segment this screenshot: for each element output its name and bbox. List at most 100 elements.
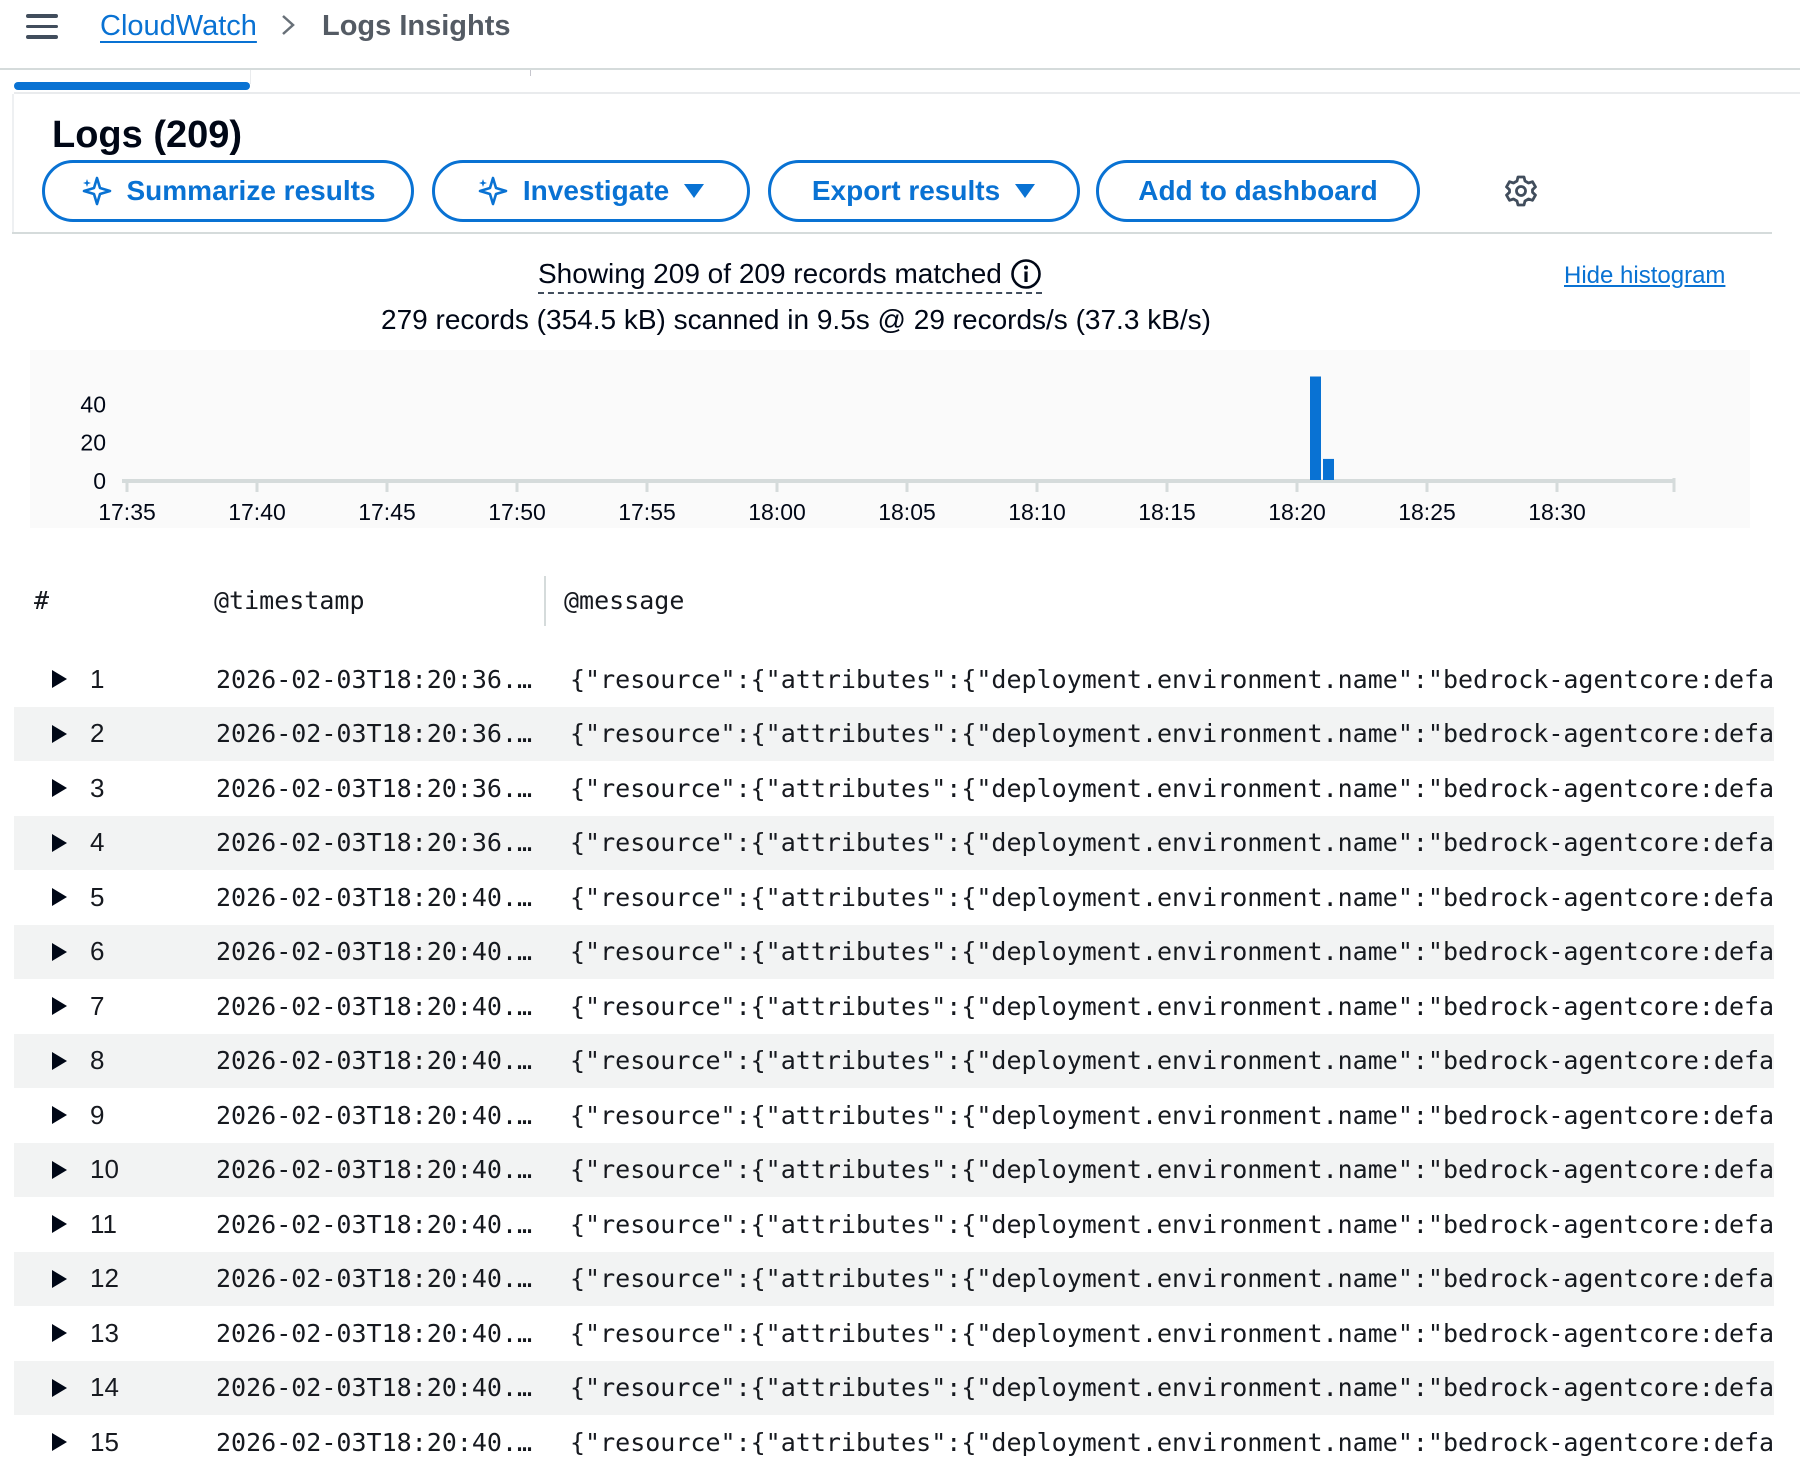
table-row[interactable]: 1 2026-02-03T18:20:36.0… {"resource":{"att… [14,652,1774,707]
expand-caret-icon[interactable] [50,887,68,907]
expand-caret-icon[interactable] [50,1432,68,1452]
table-row[interactable]: 15 2026-02-03T18:20:40.1… {"resource":{"at… [14,1415,1774,1470]
expand-caret-icon[interactable] [50,724,68,744]
row-number: 1 [90,663,105,694]
x-tick-label: 17:35 [98,499,156,525]
expand-caret-icon[interactable] [50,1105,68,1125]
gear-icon[interactable] [1504,174,1538,208]
row-timestamp: 2026-02-03T18:20:36.1… [216,719,546,749]
column-header-timestamp[interactable]: @timestamp [214,586,365,615]
chevron-right-icon [282,15,295,35]
row-timestamp: 2026-02-03T18:20:40.1… [216,882,546,912]
export-results-label: Export results [811,175,1001,206]
table-row[interactable]: 11 2026-02-03T18:20:40.1… {"resource":{"at… [14,1197,1774,1252]
x-tick-label: 17:55 [618,499,676,525]
tab-active-indicator[interactable] [14,82,250,90]
y-tick-label: 0 [93,468,106,494]
expand-caret-icon[interactable] [50,1160,68,1180]
summarize-results-button[interactable]: Summarize results [42,160,414,222]
table-row[interactable]: 12 2026-02-03T18:20:40.1… {"resource":{"at… [14,1251,1774,1306]
table-row[interactable]: 2 2026-02-03T18:20:36.1… {"resource":{"att… [14,706,1774,761]
table-row[interactable]: 3 2026-02-03T18:20:36.1… {"resource":{"att… [14,761,1774,816]
row-message: {"resource":{"attributes":{"deployment.e… [570,719,1774,749]
x-tick-label: 17:50 [488,499,546,525]
row-timestamp: 2026-02-03T18:20:40.1… [216,1373,546,1403]
breadcrumb-cloudwatch-link[interactable]: CloudWatch [100,10,257,43]
investigate-button[interactable]: Investigate [432,160,750,222]
column-header-number[interactable]: # [34,586,49,615]
row-timestamp: 2026-02-03T18:20:40.1… [216,991,546,1021]
investigate-label: Investigate [522,175,670,206]
x-tick-label: 18:05 [878,499,936,525]
x-tick-label: 18:00 [748,499,806,525]
hide-histogram-link[interactable]: Hide histogram [1564,262,1725,290]
add-to-dashboard-button[interactable]: Add to dashboard [1096,160,1420,222]
row-timestamp: 2026-02-03T18:20:40.1… [216,1046,546,1076]
records-matched-text: Showing 209 of 209 records matched [538,258,1002,289]
caret-down-icon [1015,184,1036,198]
row-number: 4 [90,827,105,858]
row-timestamp: 2026-02-03T18:20:40.1… [216,1318,546,1348]
tab-divider [250,70,251,84]
sparkle-icon [82,176,111,206]
row-message: {"resource":{"attributes":{"deployment.e… [570,937,1774,967]
y-tick-label: 20 [80,430,106,456]
column-header-message[interactable]: @message [564,586,684,615]
y-tick-label: 40 [80,391,106,417]
x-tick-label: 18:20 [1268,499,1326,525]
row-message: {"resource":{"attributes":{"deployment.e… [570,664,1774,694]
expand-caret-icon[interactable] [50,1051,68,1071]
x-tick-label: 17:45 [358,499,416,525]
table-row[interactable]: 7 2026-02-03T18:20:40.1… {"resource":{"att… [14,979,1774,1034]
row-timestamp: 2026-02-03T18:20:40.1… [216,1100,546,1130]
histogram: 0 20 40 17:35 17:40 17:45 17:50 17:55 18:00 18:05… [30,350,1750,528]
row-timestamp: 2026-02-03T18:20:40.1… [216,1427,546,1457]
row-timestamp: 2026-02-03T18:20:40.1… [216,1264,546,1294]
tab-divider [530,70,531,76]
row-number: 8 [90,1045,105,1076]
info-icon [1011,259,1041,289]
expand-caret-icon[interactable] [50,996,68,1016]
row-message: {"resource":{"attributes":{"deployment.e… [570,1100,1774,1130]
export-results-button[interactable]: Export results [768,160,1080,222]
records-scanned-summary: 279 records (354.5 kB) scanned in 9.5s @… [381,304,1211,335]
row-message: {"resource":{"attributes":{"deployment.e… [570,882,1774,912]
row-timestamp: 2026-02-03T18:20:36.0… [216,664,546,694]
row-number: 13 [90,1317,119,1348]
expand-caret-icon[interactable] [50,1378,68,1398]
histogram-bar[interactable] [1323,458,1334,480]
tab-strip [14,70,1800,94]
table-row[interactable]: 5 2026-02-03T18:20:40.1… {"resource":{"att… [14,870,1774,925]
expand-caret-icon[interactable] [50,669,68,689]
column-resize-handle[interactable] [544,576,546,626]
table-row[interactable]: 6 2026-02-03T18:20:40.1… {"resource":{"att… [14,924,1774,979]
histogram-bar[interactable] [1310,376,1321,481]
expand-caret-icon[interactable] [50,1323,68,1343]
row-timestamp: 2026-02-03T18:20:40.1… [216,937,546,967]
expand-caret-icon[interactable] [50,778,68,798]
table-row[interactable]: 13 2026-02-03T18:20:40.1… {"resource":{"at… [14,1306,1774,1361]
records-matched-summary[interactable]: Showing 209 of 209 records matched [538,258,1042,294]
row-number: 12 [90,1263,119,1294]
row-message: {"resource":{"attributes":{"deployment.e… [570,1427,1774,1457]
expand-caret-icon[interactable] [50,1269,68,1289]
row-number: 9 [90,1099,105,1130]
x-tick-label: 18:15 [1138,499,1196,525]
page-title: Logs (209) [52,114,243,156]
row-number: 14 [90,1372,119,1403]
table-row[interactable]: 4 2026-02-03T18:20:36.1… {"resource":{"att… [14,815,1774,870]
row-message: {"resource":{"attributes":{"deployment.e… [570,1155,1774,1185]
expand-caret-icon[interactable] [50,1214,68,1234]
table-row[interactable]: 8 2026-02-03T18:20:40.1… {"resource":{"att… [14,1033,1774,1088]
expand-caret-icon[interactable] [50,833,68,853]
table-row[interactable]: 9 2026-02-03T18:20:40.1… {"resource":{"att… [14,1088,1774,1143]
row-timestamp: 2026-02-03T18:20:36.1… [216,773,546,803]
panel-divider [12,232,1772,234]
panel-border [12,94,14,234]
results-table-body: 1 2026-02-03T18:20:36.0… {"resource":{"att… [14,652,1774,1470]
table-row[interactable]: 14 2026-02-03T18:20:40.1… {"resource":{"at… [14,1360,1774,1415]
menu-icon[interactable] [26,14,58,40]
expand-caret-icon[interactable] [50,942,68,962]
row-timestamp: 2026-02-03T18:20:40.1… [216,1209,546,1239]
table-row[interactable]: 10 2026-02-03T18:20:40.1… {"resource":{"at… [14,1142,1774,1197]
